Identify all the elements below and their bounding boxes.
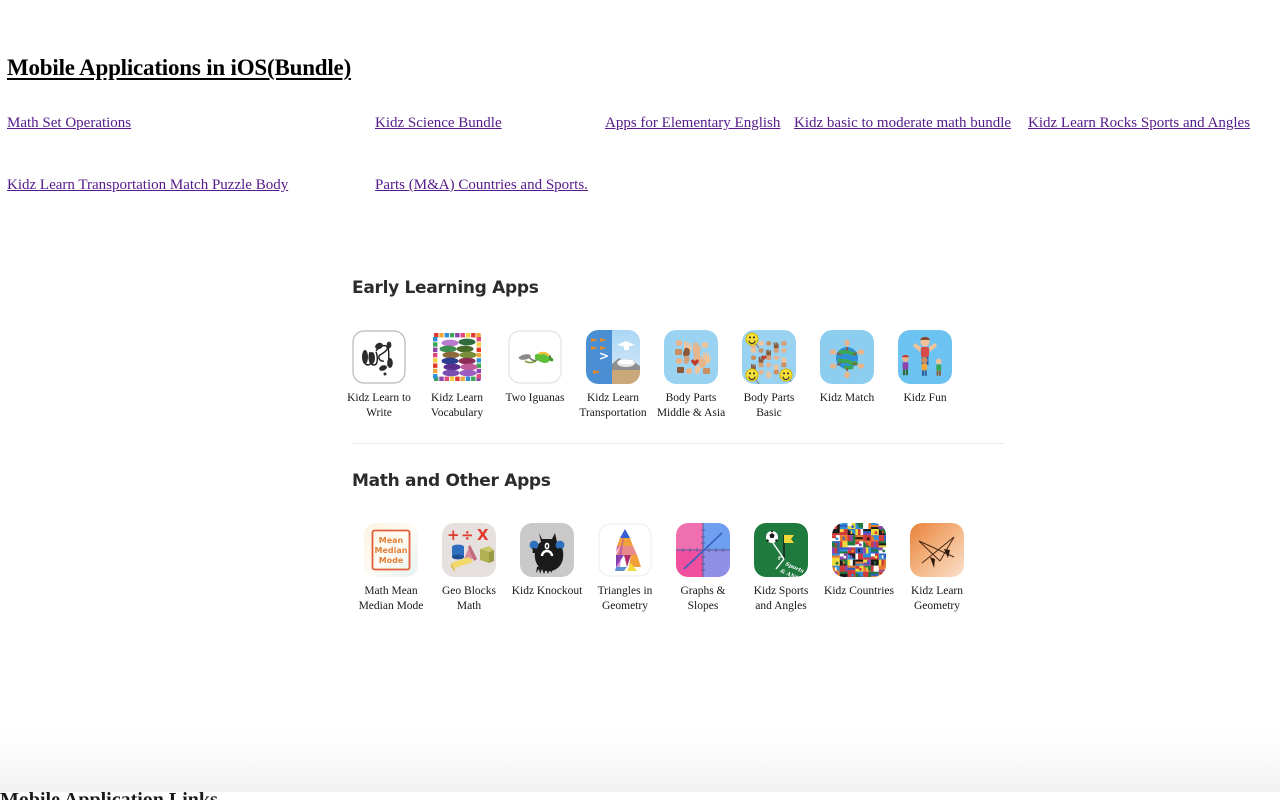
bundle-link-row-2: Kidz Learn Transportation Match Puzzle B… (0, 176, 1280, 196)
app-tile[interactable]: Body Parts Middle & Asia (657, 330, 725, 421)
app-label: Kidz Knockout (511, 585, 583, 597)
app-label: Kidz Countries (824, 585, 894, 597)
bundle-link[interactable]: Kidz Science Bundle (375, 114, 502, 133)
app-label: Geo Blocks Math (442, 585, 496, 612)
app-label: Body Parts Basic (743, 392, 795, 419)
svg-text:Mean: Mean (379, 536, 404, 545)
bundle-link[interactable]: Kidz Learn Rocks Sports and Angles (1028, 114, 1250, 133)
triangles-in-geometry-icon[interactable] (598, 523, 652, 577)
app-tile[interactable]: Kidz Learn Vocabulary (430, 330, 484, 421)
bundle-link[interactable]: Kidz basic to moderate math bundle (794, 114, 1011, 133)
app-label: Kidz Learn Vocabulary (430, 392, 484, 419)
app-label: Kidz Sports and Angles (753, 585, 809, 612)
svg-text:>: > (599, 349, 609, 363)
svg-text:X: X (477, 526, 489, 544)
section-divider (352, 443, 1004, 444)
app-tile[interactable]: Body Parts Basic (742, 330, 796, 421)
geo-blocks-math-icon[interactable]: + ÷ X (442, 523, 496, 577)
section-heading-math-and-other: Math and Other Apps (352, 471, 551, 491)
app-tile[interactable]: Sports & ANGLES Kidz Sports and Angles (754, 523, 808, 614)
bundle-link[interactable]: Kidz Learn Transportation Match Puzzle B… (7, 176, 288, 195)
svg-text:Median: Median (375, 546, 408, 555)
app-tile[interactable]: Kidz Match (820, 330, 874, 406)
app-label: Body Parts Middle & Asia (656, 392, 726, 419)
app-tile[interactable]: Two Iguanas (506, 330, 564, 406)
kidz-knockout-icon[interactable] (520, 523, 574, 577)
kidz-match-icon[interactable] (820, 330, 874, 384)
kidz-learn-vocabulary-icon[interactable] (430, 330, 484, 384)
bottom-section-heading: Mobile Application Links (0, 789, 218, 800)
svg-text:+: + (447, 526, 460, 544)
app-label: Kidz Learn Transportation (579, 392, 647, 419)
bottom-shadow-band (0, 726, 1280, 792)
app-label: Two Iguanas (505, 392, 565, 404)
app-label: Kidz Learn Geometry (910, 585, 964, 612)
app-grid-math-and-other: Mean Median Mode Math Mean Median Mode + ÷… (359, 523, 1004, 614)
body-parts-basic-icon[interactable] (742, 330, 796, 384)
app-label: Triangles in Geometry (597, 585, 653, 612)
app-tile[interactable]: Graphs & Slopes (676, 523, 730, 614)
svg-text:Mode: Mode (379, 556, 404, 565)
body-parts-middle-asia-icon[interactable] (664, 330, 718, 384)
app-tile[interactable]: Kidz Countries (824, 523, 894, 599)
app-label: Graphs & Slopes (680, 585, 726, 612)
kidz-sports-and-angles-icon[interactable]: Sports & ANGLES (754, 523, 808, 577)
math-mean-median-mode-icon[interactable]: Mean Median Mode (364, 523, 418, 577)
graphs-and-slopes-icon[interactable] (676, 523, 730, 577)
kidz-fun-icon[interactable] (898, 330, 952, 384)
kidz-learn-to-write-icon[interactable] (352, 330, 406, 384)
app-tile[interactable]: Triangles in Geometry (598, 523, 652, 614)
app-tile[interactable]: Kidz Knockout (512, 523, 582, 599)
bundle-link[interactable]: Parts (M&A) Countries and Sports. (375, 176, 588, 195)
app-tile[interactable]: > Kidz Learn Transportation (579, 330, 647, 421)
app-tile[interactable]: Kidz Learn Geometry (910, 523, 964, 614)
page-title: Mobile Applications in iOS(Bundle) (7, 55, 352, 80)
bundle-link[interactable]: Apps for Elementary English (605, 114, 780, 133)
bundle-link-row-1: Math Set Operations Kidz Science Bundle Ap… (0, 114, 1280, 134)
app-label: Kidz Learn to Write (347, 392, 411, 419)
app-label: Kidz Match (819, 392, 875, 404)
bundle-link[interactable]: Math Set Operations (7, 114, 131, 133)
app-tile[interactable]: Kidz Learn to Write (347, 330, 411, 421)
app-tile[interactable]: Kidz Fun (898, 330, 952, 406)
section-heading-early-learning: Early Learning Apps (352, 278, 539, 298)
kidz-learn-transportation-icon[interactable]: > (586, 330, 640, 384)
kidz-learn-geometry-icon[interactable] (910, 523, 964, 577)
app-label: Math Mean Median Mode (358, 585, 424, 612)
kidz-countries-icon[interactable] (832, 523, 886, 577)
app-grid-early-learning: Kidz Learn to Write Kidz Learn Vocabulary… (347, 330, 1004, 421)
svg-text:÷: ÷ (461, 526, 474, 544)
app-tile[interactable]: + ÷ X Geo Blocks Math (442, 523, 496, 614)
app-label: Kidz Fun (903, 392, 947, 404)
app-tile[interactable]: Mean Median Mode Math Mean Median Mode (359, 523, 423, 614)
app-showcase-panel: Early Learning Apps Kidz Learn to Write K… (347, 278, 1004, 614)
two-iguanas-icon[interactable] (508, 330, 562, 384)
